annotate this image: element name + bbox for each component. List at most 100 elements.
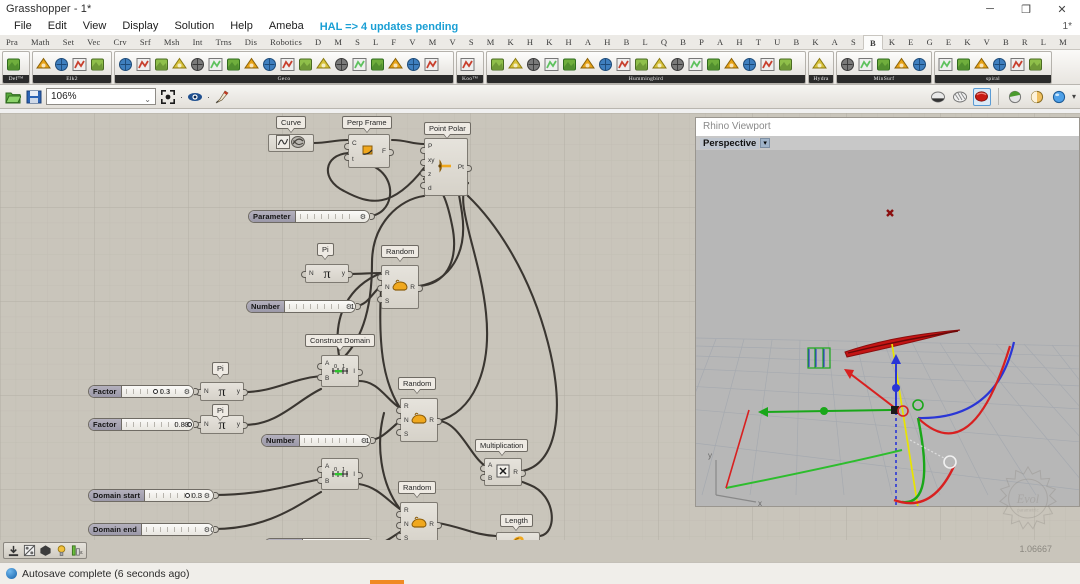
ribbon-tab-42[interactable]: E <box>902 35 920 49</box>
ribbon-tab-45[interactable]: K <box>958 35 977 49</box>
input-port-n[interactable]: N <box>404 521 409 528</box>
ribbon-tab-17[interactable]: M <box>423 35 444 49</box>
output-nub[interactable] <box>358 368 363 376</box>
component-pi-1[interactable]: Ny π <box>301 264 353 283</box>
slider-settings-icon[interactable]: ⚙ <box>204 526 210 534</box>
rhino-viewport-panel[interactable]: Rhino Viewport Perspective ▾ y x <box>695 117 1080 507</box>
ribbon-tab-33[interactable]: H <box>730 35 749 49</box>
slider-settings-icon[interactable]: ⚙ <box>204 492 210 500</box>
ribbon-component-icon[interactable] <box>651 56 668 73</box>
output-nub[interactable] <box>389 148 394 156</box>
output-port-r[interactable]: R <box>513 469 518 476</box>
draw-icons-icon[interactable] <box>1006 88 1024 106</box>
ribbon-component-icon[interactable] <box>1027 56 1044 73</box>
sphere-caret-icon[interactable]: ▾ <box>1072 92 1076 101</box>
input-nub[interactable] <box>344 142 349 150</box>
slider-settings-icon[interactable]: ⚙ <box>360 213 366 221</box>
menu-item-solution[interactable]: Solution <box>166 18 222 35</box>
ribbon-tab-15[interactable]: F <box>385 35 403 49</box>
slider-track[interactable]: 0.8⚙ <box>121 419 193 430</box>
menu-item-ameba[interactable]: Ameba <box>261 18 312 35</box>
save-file-icon[interactable] <box>25 88 43 106</box>
input-port-n[interactable]: N <box>385 284 390 291</box>
ribbon-component-icon[interactable] <box>135 56 152 73</box>
input-nub[interactable] <box>396 417 401 425</box>
ribbon-tab-29[interactable]: Q <box>655 35 674 49</box>
bake-icon[interactable] <box>213 88 231 106</box>
ribbon-tab-39[interactable]: S <box>845 35 863 49</box>
menu-item-display[interactable]: Display <box>114 18 166 35</box>
slider-number-2[interactable]: Number 1 ⚙ <box>261 434 371 447</box>
output-port-r[interactable]: R <box>429 521 434 528</box>
zoom-extents-icon[interactable] <box>159 88 177 106</box>
ribbon-component-icon[interactable] <box>35 56 52 73</box>
input-nub[interactable] <box>420 170 425 178</box>
output-nub[interactable] <box>437 521 442 529</box>
slider-settings-icon[interactable]: ⚙ <box>184 421 190 429</box>
ribbon-tab-25[interactable]: A <box>579 35 598 49</box>
ribbon-tab-3[interactable]: Vec <box>81 35 107 49</box>
input-nub[interactable] <box>396 521 401 529</box>
input-nub[interactable] <box>377 295 382 303</box>
input-nub[interactable] <box>480 474 485 482</box>
ribbon-tab-24[interactable]: H <box>560 35 579 49</box>
rhino-3d-view[interactable]: y x <box>696 150 1079 506</box>
ribbon-tab-22[interactable]: H <box>521 35 540 49</box>
ribbon-tab-20[interactable]: M <box>481 35 502 49</box>
output-port-f[interactable]: F <box>382 148 386 155</box>
ribbon-tab-13[interactable]: S <box>349 35 367 49</box>
menu-item-help[interactable]: Help <box>222 18 261 35</box>
input-port-xy[interactable]: xy <box>428 157 435 164</box>
shaded-mesh-icon[interactable] <box>929 88 947 106</box>
sphere-blue-icon[interactable] <box>1050 88 1068 106</box>
ribbon-component-icon[interactable] <box>279 56 296 73</box>
rhino-viewport-tab[interactable]: Perspective ▾ <box>696 136 1079 150</box>
slider-track[interactable]: 1⚙ <box>295 211 369 222</box>
component-random-2[interactable]: RNSR <box>396 398 442 442</box>
slider-knob[interactable] <box>184 493 190 498</box>
component-curve[interactable] <box>268 134 314 152</box>
slider-settings-icon[interactable]: ⚙ <box>346 303 352 311</box>
ribbon-tab-7[interactable]: Int <box>187 35 210 49</box>
ribbon-component-icon[interactable] <box>333 56 350 73</box>
maximize-button[interactable]: ❐ <box>1008 0 1044 18</box>
ribbon-component-icon[interactable] <box>991 56 1008 73</box>
ribbon-component-icon[interactable] <box>561 56 578 73</box>
slider-track[interactable]: 0.3 ⚙ <box>145 490 213 501</box>
input-nub[interactable] <box>317 476 322 484</box>
menu-item-edit[interactable]: Edit <box>40 18 75 35</box>
ribbon-tab-16[interactable]: V <box>403 35 422 49</box>
component-multiplication[interactable]: AB R <box>480 458 526 486</box>
input-nub[interactable] <box>301 271 306 278</box>
ribbon-tab-47[interactable]: B <box>997 35 1016 49</box>
ribbon-component-icon[interactable] <box>875 56 892 73</box>
ribbon-component-icon[interactable] <box>615 56 632 73</box>
component-pi-2[interactable]: Ny π <box>196 382 248 401</box>
ribbon-tab-18[interactable]: V <box>443 35 462 49</box>
output-nub[interactable] <box>467 164 472 172</box>
input-nub[interactable] <box>480 464 485 472</box>
input-nub[interactable] <box>420 147 425 155</box>
ribbon-component-icon[interactable] <box>207 56 224 73</box>
menu-item-file[interactable]: File <box>6 18 40 35</box>
bulb-tray-icon[interactable] <box>54 544 68 558</box>
input-port-s[interactable]: S <box>385 298 390 305</box>
input-nub[interactable] <box>344 154 349 162</box>
ribbon-component-icon[interactable] <box>811 56 828 73</box>
ribbon-component-icon[interactable] <box>369 56 386 73</box>
slider-parameter[interactable]: Parameter1⚙ <box>248 210 370 223</box>
draw-fancy-icon[interactable] <box>1028 88 1046 106</box>
ribbon-tab-50[interactable]: M <box>1053 35 1074 49</box>
ribbon-tab-43[interactable]: G <box>921 35 940 49</box>
ribbon-tab-8[interactable]: Trns <box>210 35 239 49</box>
ribbon-tab-38[interactable]: A <box>826 35 845 49</box>
ribbon-component-icon[interactable] <box>1009 56 1026 73</box>
ribbon-component-icon[interactable] <box>225 56 242 73</box>
ribbon-tab-23[interactable]: K <box>540 35 559 49</box>
ribbon-tab-46[interactable]: V <box>978 35 997 49</box>
profiler-tray-icon[interactable]: ε <box>70 544 84 558</box>
ribbon-tab-1[interactable]: Math <box>25 35 57 49</box>
ribbon-tab-49[interactable]: L <box>1035 35 1053 49</box>
output-port-y[interactable]: y <box>237 421 240 428</box>
ribbon-component-icon[interactable] <box>53 56 70 73</box>
